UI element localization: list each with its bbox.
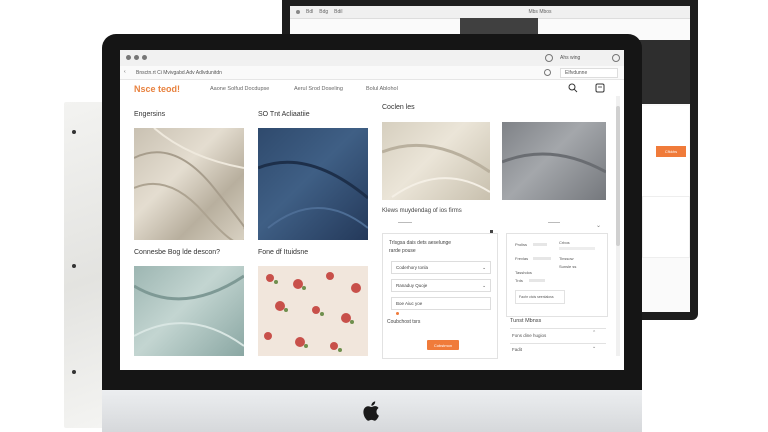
scrollbar-thumb[interactable] — [616, 106, 620, 246]
active-indicator — [396, 312, 399, 315]
detail-label: Crbos — [559, 240, 570, 245]
address-bar[interactable]: ‹ Bnsctn.rt Ci Mvivgabd.Adv Adlvdunitdn … — [120, 66, 624, 80]
cart-icon[interactable] — [595, 83, 605, 93]
divider — [398, 222, 412, 223]
site-brand[interactable]: Nsce teod! — [134, 84, 180, 94]
category-title[interactable]: Connesbe Bog lde descon? — [134, 249, 220, 256]
bg-image — [638, 40, 690, 104]
category-title[interactable]: Engersins — [134, 111, 165, 118]
scrollbar[interactable] — [616, 96, 620, 356]
section-subtitle: Klews muydendag of ios firms — [382, 208, 462, 214]
filter-option-label: Boe Aiuc yoe — [396, 301, 423, 306]
bg-button: Cfkkhs — [656, 146, 686, 157]
related-item[interactable]: Fadit — [512, 347, 522, 352]
detail-label: Frevlas — [515, 256, 529, 261]
address-text[interactable]: Bnsctn.rt Ci Mvivgabd.Adv Adlvdunitdn — [136, 70, 222, 76]
filter-footer: Coubchost tsrs — [387, 319, 421, 325]
detail-label: Tasshdos — [515, 270, 532, 275]
bg-right-text: Mbs Mbos — [528, 9, 552, 15]
search-placeholder: Elfvdunne — [565, 70, 588, 76]
filter-option[interactable]: Boe Aiuc yoe — [391, 297, 491, 310]
chevron-down-icon[interactable]: ⌄ — [592, 344, 596, 350]
apple-logo-icon — [363, 401, 379, 421]
chevron-down-icon[interactable]: ⌄ — [596, 222, 601, 229]
window-maximize-button[interactable] — [142, 55, 147, 60]
search-icon[interactable] — [568, 83, 578, 93]
fabric-image-oatmeal[interactable] — [382, 122, 490, 200]
chevron-down-icon: ⌄ — [482, 282, 486, 288]
filter-option-label: Ranaduy Quoje — [396, 283, 428, 288]
detail-bar — [529, 279, 545, 282]
category-title[interactable]: SO Tnt Acliaatiie — [258, 111, 310, 118]
fabric-image-floral[interactable] — [258, 266, 368, 356]
filter-title: Trlsgsa dais dets aeselunge — [389, 240, 452, 246]
detail-bar — [559, 247, 595, 250]
bg-tab: Bdg — [319, 9, 329, 15]
bg-tab: Bdil — [334, 9, 343, 15]
browser-nav-right[interactable]: Ahs wing — [560, 55, 580, 61]
main-screen: Ahs wing ‹ Bnsctn.rt Ci Mvivgabd.Adv Adl… — [120, 50, 624, 370]
panel-handle — [490, 230, 493, 233]
filter-option[interactable]: Coderhory tonla ⌄ — [391, 261, 491, 274]
fabric-image-grey[interactable] — [502, 122, 606, 200]
nav-link[interactable]: Aaone Solfud Docdupse — [210, 86, 269, 92]
detail-label: Tinssow — [559, 256, 574, 261]
fabric-image-sage[interactable] — [134, 266, 244, 356]
filter-panel: Trlsgsa dais dets aeselunge rarde pouse … — [382, 230, 498, 359]
detail-bar — [533, 243, 547, 246]
apply-button[interactable]: Cobstmon — [427, 340, 459, 350]
filter-option-label: Coderhory tonla — [396, 265, 429, 270]
window-minimize-button[interactable] — [134, 55, 139, 60]
window-close-button[interactable] — [126, 55, 131, 60]
fabric-image-denim[interactable] — [258, 128, 368, 240]
fabric-image-linen[interactable] — [134, 128, 244, 240]
related-item[interactable]: Fons dine hugios — [512, 333, 546, 338]
marble-stand — [64, 102, 104, 428]
divider — [548, 222, 560, 223]
nav-link[interactable]: Bolul Ablohol — [366, 86, 398, 92]
bg-card — [642, 196, 690, 258]
reload-icon[interactable] — [544, 69, 551, 76]
browser-icon[interactable] — [612, 54, 620, 62]
detail-bar — [533, 257, 551, 260]
filter-option[interactable]: Ranaduy Quoje ⌄ — [391, 279, 491, 292]
detail-note: Faohr ctcis seenlaloss — [515, 290, 565, 304]
chevron-down-icon[interactable]: ⌃ — [592, 330, 596, 336]
details-panel: Proliss Frevlas Tasshdos Trds Crbos Tins… — [506, 233, 608, 317]
detail-label: Proliss — [515, 242, 528, 247]
browser-titlebar: Ahs wing — [120, 50, 624, 67]
detail-footnote: Faohr ctcis seenlaloss — [519, 295, 554, 299]
divider — [510, 328, 606, 329]
filter-title: rarde pouse — [389, 248, 416, 254]
nav-link[interactable]: Aerul Srod Doseling — [294, 86, 343, 92]
chevron-down-icon: ⌄ — [482, 264, 486, 270]
category-title[interactable]: Fone df Ituidsne — [258, 249, 308, 256]
back-icon[interactable]: ‹ — [124, 69, 126, 75]
search-input[interactable]: Elfvdunne — [560, 68, 618, 78]
divider — [382, 358, 496, 359]
section-title: Coclen les — [382, 104, 415, 111]
detail-label: Trds — [515, 278, 523, 283]
related-title: Tunst Mbnss — [510, 318, 542, 324]
bg-tab: Bdl — [306, 9, 314, 15]
browser-icon[interactable] — [545, 54, 553, 62]
detail-label: Sunsle ss — [559, 264, 577, 269]
